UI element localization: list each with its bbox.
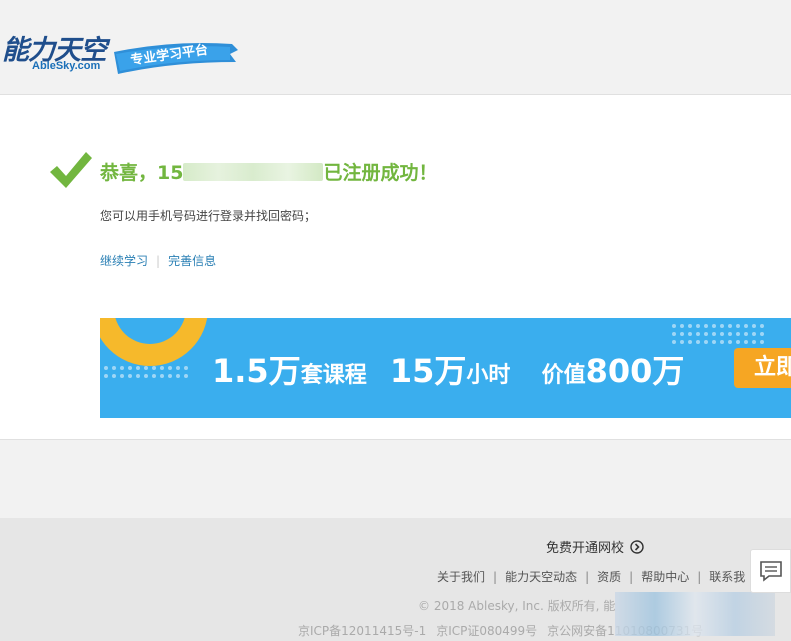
banner-num1: 1.5万 [212, 352, 301, 390]
icp-record-1[interactable]: 京ICP备12011415号-1 [298, 624, 426, 638]
open-course-link[interactable]: 免费开通网校 [546, 537, 644, 556]
footer-link-help[interactable]: 帮助中心 [641, 570, 689, 584]
message-icon [760, 561, 782, 582]
banner-value-label: 价值 [541, 363, 586, 388]
footer-link-contact[interactable]: 联系我 [709, 570, 745, 584]
masked-phone [183, 163, 324, 181]
footer-link-news[interactable]: 能力天空动态 [505, 570, 577, 584]
banner-headline: 1.5万套课程 15万小时 价值800万 [212, 346, 684, 392]
promo-banner[interactable]: 1.5万套课程 15万小时 价值800万 立即 [100, 318, 791, 418]
redacted-area [615, 592, 775, 636]
continue-learning-link[interactable]: 继续学习 [100, 254, 148, 268]
login-hint: 您可以用手机号码进行登录并找回密码； [100, 209, 317, 223]
banner-unit1: 套课程 [300, 363, 367, 388]
open-course-label: 免费开通网校 [546, 541, 625, 556]
action-links: 继续学习 | 完善信息 [100, 252, 216, 269]
footer-link-qualification[interactable]: 资质 [597, 570, 621, 584]
copyright: © 2018 Ablesky, Inc. 版权所有, 能 [418, 599, 616, 613]
complete-info-link[interactable]: 完善信息 [168, 254, 216, 268]
congrats-suffix: 已注册成功！ [323, 162, 438, 184]
feedback-button[interactable] [750, 549, 791, 593]
congrats-prefix: 恭喜，15 [100, 162, 184, 184]
checkmark-icon [50, 152, 92, 188]
banner-num3: 800万 [585, 352, 685, 390]
logo-en[interactable]: AbleSky.com [32, 60, 100, 72]
banner-num2: 15万 [389, 352, 467, 390]
link-separator: | [156, 254, 161, 268]
banner-unit2: 小时 [466, 363, 511, 388]
arrow-right-circle-icon [630, 540, 644, 554]
banner-join-button[interactable]: 立即 [734, 348, 791, 388]
footer-links: 关于我们 | 能力天空动态 | 资质 | 帮助中心 | 联系我 [437, 570, 746, 584]
icp-record-2[interactable]: 京ICP证080499号 [436, 624, 537, 638]
footer-link-about[interactable]: 关于我们 [437, 570, 485, 584]
success-message: 恭喜，15 已注册成功！ [100, 158, 437, 185]
header: 能力天空 AbleSky.com 专业学习平台 [0, 0, 791, 94]
